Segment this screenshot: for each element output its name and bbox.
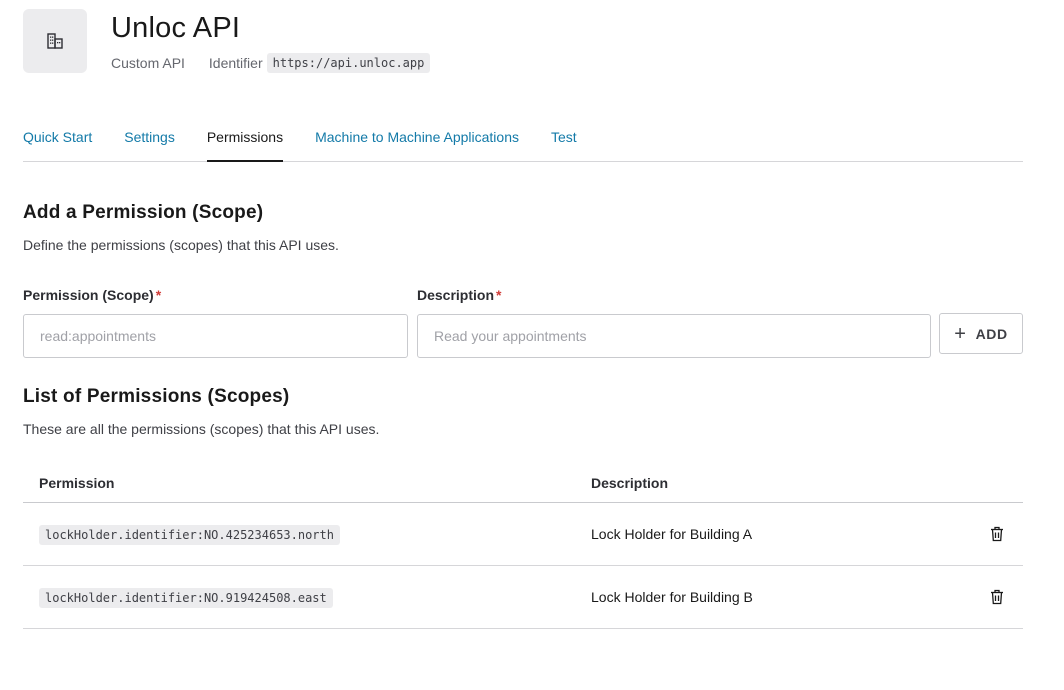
- tab-test[interactable]: Test: [551, 118, 577, 161]
- permission-scope: lockHolder.identifier:NO.919424508.east: [39, 588, 333, 608]
- table-row: lockHolder.identifier:NO.919424508.east …: [23, 566, 1023, 629]
- trash-icon[interactable]: [990, 526, 1004, 542]
- tab-settings[interactable]: Settings: [124, 118, 175, 161]
- permission-description: Lock Holder for Building B: [591, 589, 753, 605]
- description-label-text: Description: [417, 287, 495, 303]
- plus-icon: +: [954, 322, 967, 345]
- api-logo: [23, 9, 87, 73]
- column-header-permission: Permission: [39, 475, 115, 491]
- list-permissions-description: These are all the permissions (scopes) t…: [23, 421, 380, 437]
- tab-machine-to-machine-applications[interactable]: Machine to Machine Applications: [315, 118, 519, 161]
- identifier-value: https://api.unloc.app: [266, 53, 431, 73]
- scope-label-text: Permission (Scope): [23, 287, 154, 303]
- table-header: Permission Description: [23, 464, 1023, 503]
- trash-icon[interactable]: [990, 589, 1004, 605]
- list-permissions-heading: List of Permissions (Scopes): [23, 386, 290, 407]
- permission-description: Lock Holder for Building A: [591, 526, 753, 542]
- tab-permissions[interactable]: Permissions: [206, 118, 284, 162]
- permissions-table: Permission Description lockHolder.identi…: [23, 464, 1023, 629]
- scope-input[interactable]: [23, 314, 408, 358]
- column-header-description: Description: [591, 475, 669, 491]
- description-field-label: Description *: [417, 287, 501, 303]
- table-row: lockHolder.identifier:NO.425234653.north…: [23, 503, 1023, 566]
- required-marker: *: [155, 287, 162, 303]
- scope-field-label: Permission (Scope) *: [23, 287, 161, 303]
- tab-bar: Quick Start Settings Permissions Machine…: [23, 118, 1023, 162]
- add-permission-heading: Add a Permission (Scope): [23, 202, 264, 223]
- page-title: Unloc API: [111, 12, 241, 44]
- identifier-label: Identifier: [208, 55, 263, 71]
- required-marker: *: [496, 287, 502, 303]
- add-permission-button[interactable]: + ADD: [939, 313, 1023, 354]
- api-type-label: Custom API: [111, 55, 185, 71]
- api-header: Unloc API Custom API Identifier https://…: [23, 9, 431, 73]
- building-icon: [47, 33, 63, 49]
- description-input[interactable]: [417, 314, 931, 358]
- permission-scope: lockHolder.identifier:NO.425234653.north: [39, 525, 340, 545]
- add-button-label: ADD: [975, 325, 1008, 342]
- tab-quick-start[interactable]: Quick Start: [23, 118, 92, 161]
- add-permission-description: Define the permissions (scopes) that thi…: [23, 237, 339, 253]
